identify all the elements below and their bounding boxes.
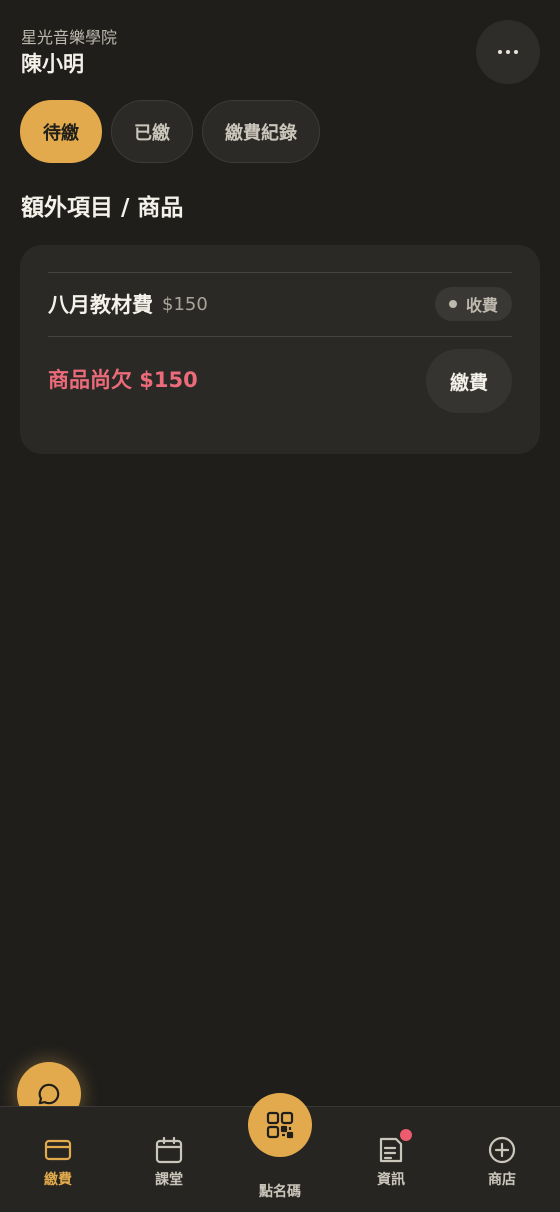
tab-paid[interactable]: 已繳 xyxy=(111,100,193,163)
owed-amount: 商品尚欠 $150 xyxy=(48,368,198,392)
nav-item-classes[interactable]: 課堂 xyxy=(124,1135,214,1189)
pay-button[interactable]: 繳費 xyxy=(426,349,512,413)
section-title: 額外項目 / 商品 xyxy=(21,195,184,221)
more-icon-dot xyxy=(514,50,518,54)
more-options-button[interactable] xyxy=(476,20,540,84)
app-screen: 星光音樂學院 陳小明 待繳 已繳 繳費紀錄 額外項目 / 商品 八月教材費 $1… xyxy=(0,0,560,1212)
bottom-nav: 繳費 課堂 點名碼 資訊 商店 xyxy=(0,1093,560,1212)
news-icon xyxy=(376,1129,412,1165)
divider xyxy=(48,336,512,337)
chat-bubble-icon xyxy=(38,1083,60,1105)
tab-bar: 待繳 已繳 繳費紀錄 xyxy=(20,100,320,163)
nav-label: 商店 xyxy=(488,1172,516,1188)
nav-label: 課堂 xyxy=(155,1172,183,1188)
nav-item-checkin-code[interactable] xyxy=(248,1093,312,1157)
header: 星光音樂學院 陳小明 xyxy=(21,28,117,78)
tab-pending[interactable]: 待繳 xyxy=(20,100,102,163)
items-card: 八月教材費 $150 收費 商品尚欠 $150 繳費 xyxy=(20,245,540,454)
status-dot-icon xyxy=(448,300,457,308)
notification-badge xyxy=(400,1129,412,1141)
school-name: 星光音樂學院 xyxy=(21,28,118,47)
status-badge: 收費 xyxy=(434,287,512,321)
plus-circle-icon xyxy=(487,1135,517,1165)
divider xyxy=(48,272,512,273)
list-item[interactable]: 八月教材費 $150 收費 xyxy=(48,285,512,323)
item-price: $150 xyxy=(162,293,208,315)
nav-item-info[interactable]: 資訊 xyxy=(346,1129,436,1189)
student-name: 陳小明 xyxy=(21,52,84,76)
calendar-icon xyxy=(154,1135,184,1165)
nav-item-store[interactable]: 商店 xyxy=(457,1135,547,1189)
nav-label-checkin-code: 點名碼 xyxy=(259,1184,301,1200)
more-icon-dot xyxy=(506,50,510,54)
qr-code-icon xyxy=(266,1111,294,1139)
nav-item-payment[interactable]: 繳費 xyxy=(13,1135,103,1189)
nav-label: 資訊 xyxy=(377,1172,405,1188)
status-label: 收費 xyxy=(465,296,498,315)
item-name: 八月教材費 xyxy=(48,293,153,317)
card-icon xyxy=(43,1135,73,1165)
nav-label: 繳費 xyxy=(44,1172,72,1188)
tab-payment-history[interactable]: 繳費紀錄 xyxy=(202,100,320,163)
more-icon xyxy=(498,50,502,54)
